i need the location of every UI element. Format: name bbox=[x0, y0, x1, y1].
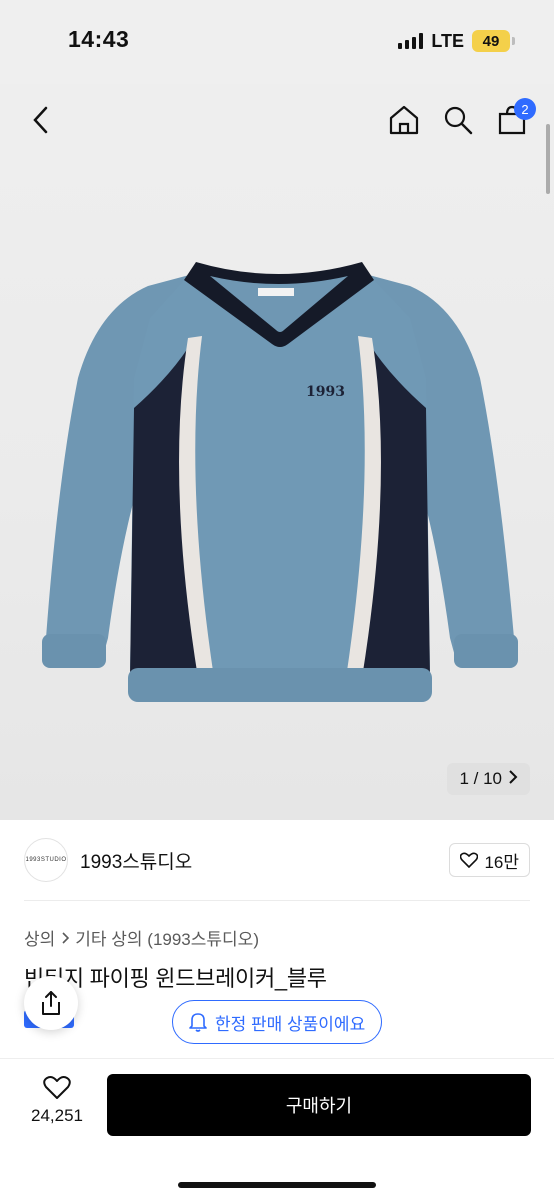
brand-row: 1993STUDIO 1993스튜디오 16만 bbox=[24, 834, 530, 886]
divider bbox=[24, 900, 530, 901]
share-button[interactable] bbox=[24, 976, 78, 1030]
bottom-action-bar: 24,251 구매하기 bbox=[0, 1058, 554, 1200]
share-icon bbox=[42, 991, 60, 1015]
brand-logo-text: 1993STUDIO bbox=[25, 857, 67, 863]
garment-logo: 1993 bbox=[306, 384, 345, 400]
limited-sale-notice[interactable]: 한정 판매 상품이에요 bbox=[172, 1000, 383, 1044]
wishlist-count: 24,251 bbox=[31, 1106, 83, 1125]
heart-icon bbox=[460, 852, 479, 868]
gallery-pager[interactable]: 1 / 10 bbox=[447, 763, 530, 795]
network-type: LTE bbox=[431, 30, 464, 51]
status-time: 14:43 bbox=[68, 26, 130, 52]
limited-sale-text: 한정 판매 상품이에요 bbox=[215, 1014, 366, 1034]
chevron-right-icon bbox=[508, 769, 518, 789]
top-nav-actions: 2 bbox=[386, 98, 536, 138]
back-arrow-icon bbox=[33, 106, 48, 134]
cart-button[interactable]: 2 bbox=[494, 98, 536, 138]
home-indicator bbox=[178, 1182, 376, 1188]
status-bar: 14:43 LTE 49 bbox=[0, 0, 554, 84]
product-photo-windbreaker: 1993 bbox=[42, 262, 518, 702]
cart-count-badge: 2 bbox=[514, 98, 536, 120]
status-indicators: LTE 49 bbox=[398, 30, 515, 52]
home-icon bbox=[389, 105, 419, 135]
battery-icon: 49 bbox=[472, 30, 515, 52]
battery-level: 49 bbox=[482, 32, 500, 50]
brand-like-count: 16만 bbox=[484, 852, 519, 872]
chevron-right-icon bbox=[62, 931, 70, 944]
brand-name[interactable]: 1993스튜디오 bbox=[80, 847, 192, 874]
search-icon bbox=[444, 106, 473, 135]
home-button[interactable] bbox=[386, 102, 422, 138]
pager-text: 1 / 10 bbox=[459, 769, 502, 788]
breadcrumb-level2[interactable]: 기타 상의 (1993스튜디오) bbox=[75, 925, 259, 950]
breadcrumb-level1[interactable]: 상의 bbox=[24, 925, 55, 950]
breadcrumb: 상의 기타 상의 (1993스튜디오) bbox=[24, 925, 259, 950]
heart-icon bbox=[43, 1076, 71, 1099]
scroll-indicator bbox=[546, 124, 550, 194]
search-button[interactable] bbox=[440, 102, 476, 138]
wishlist-button[interactable]: 24,251 bbox=[28, 1075, 86, 1126]
brand-like-button[interactable]: 16만 bbox=[449, 843, 530, 877]
back-button[interactable] bbox=[24, 104, 56, 136]
buy-button[interactable]: 구매하기 bbox=[107, 1074, 531, 1136]
bell-icon bbox=[189, 1013, 207, 1032]
brand-logo[interactable]: 1993STUDIO bbox=[24, 838, 68, 882]
signal-icon bbox=[398, 33, 424, 49]
